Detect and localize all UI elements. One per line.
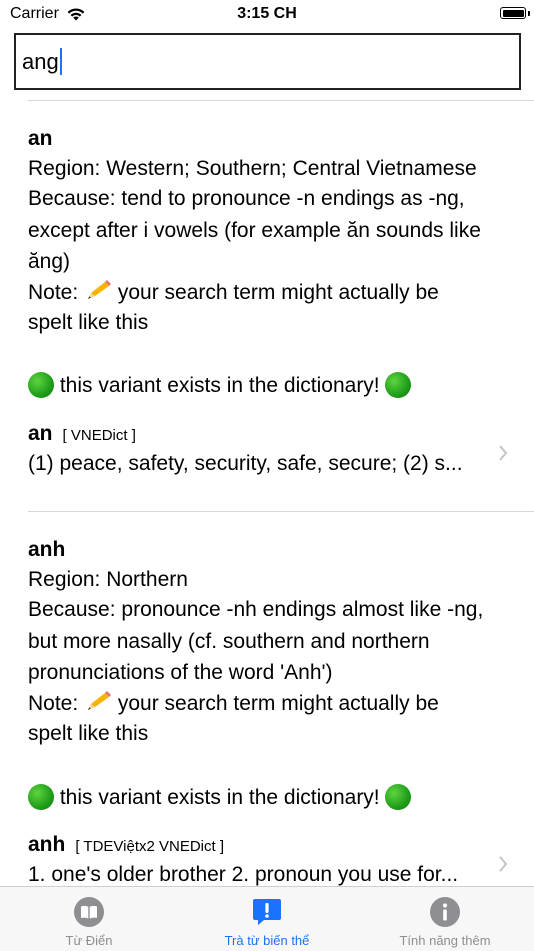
variant-because-line: but more nasally (cf. southern and north… xyxy=(28,630,430,653)
variant-because-line: Because: tend to pronounce -n endings as… xyxy=(28,187,465,210)
book-icon xyxy=(74,897,104,927)
pencil-icon xyxy=(88,691,112,710)
exclamation-bubble-icon xyxy=(253,899,281,925)
variant-word: anh xyxy=(28,538,66,561)
result-definition: (1) peace, safety, security, safe, secur… xyxy=(28,452,463,475)
variant-because-line: ăng) xyxy=(28,250,71,273)
green-circle-icon xyxy=(385,372,412,398)
chevron-right-icon xyxy=(499,856,508,872)
variant-exists-line: this variant exists in the dictionary! xyxy=(28,372,412,398)
variant-word: an xyxy=(28,127,53,150)
green-circle-icon xyxy=(385,784,412,810)
tab-label: Từ Điển xyxy=(65,933,113,948)
variant-because-line: pronunciations of the word 'Anh') xyxy=(28,661,333,684)
info-icon xyxy=(430,897,460,927)
result-word: anh xyxy=(28,833,66,856)
tab-dictionary[interactable]: Từ Điển xyxy=(0,887,178,951)
result-word: an xyxy=(28,422,53,445)
pencil-icon xyxy=(88,280,112,299)
result-heading: anh [ TDEViệtx2 VNEDict ] xyxy=(28,833,224,857)
variant-because-line: Because: pronounce -nh endings almost li… xyxy=(28,598,484,621)
divider xyxy=(28,511,534,512)
variant-note-line: spelt like this xyxy=(28,722,149,745)
result-source: [ TDEViệtx2 VNEDict ] xyxy=(75,838,225,855)
variant-because-line: except after i vowels (for example ăn so… xyxy=(28,219,481,242)
tab-variant-lookup[interactable]: Trà từ biến thể xyxy=(178,887,356,951)
results-list[interactable]: an Region: Western; Southern; Central Vi… xyxy=(0,0,534,886)
tab-more-features[interactable]: Tính năng thêm xyxy=(356,887,534,951)
variant-region: Region: Western; Southern; Central Vietn… xyxy=(28,157,477,180)
variant-note-line: spelt like this xyxy=(28,311,149,334)
variant-note-line: Note: your search term might actually be xyxy=(28,280,439,304)
green-circle-icon xyxy=(28,784,54,810)
tab-bar: Từ Điển Trà từ biến thể Tính năng thêm xyxy=(0,886,534,951)
result-source: [ VNEDict ] xyxy=(62,427,136,444)
green-circle-icon xyxy=(28,372,54,398)
tab-label: Trà từ biến thể xyxy=(224,933,310,948)
tab-label: Tính năng thêm xyxy=(399,933,491,948)
result-definition: 1. one's older brother 2. pronoun you us… xyxy=(28,863,459,886)
variant-region: Region: Northern xyxy=(28,568,188,591)
chevron-right-icon xyxy=(499,445,508,461)
variant-note-line: Note: your search term might actually be xyxy=(28,691,439,715)
divider xyxy=(28,100,534,101)
result-heading: an [ VNEDict ] xyxy=(28,422,136,446)
variant-exists-line: this variant exists in the dictionary! xyxy=(28,784,412,810)
